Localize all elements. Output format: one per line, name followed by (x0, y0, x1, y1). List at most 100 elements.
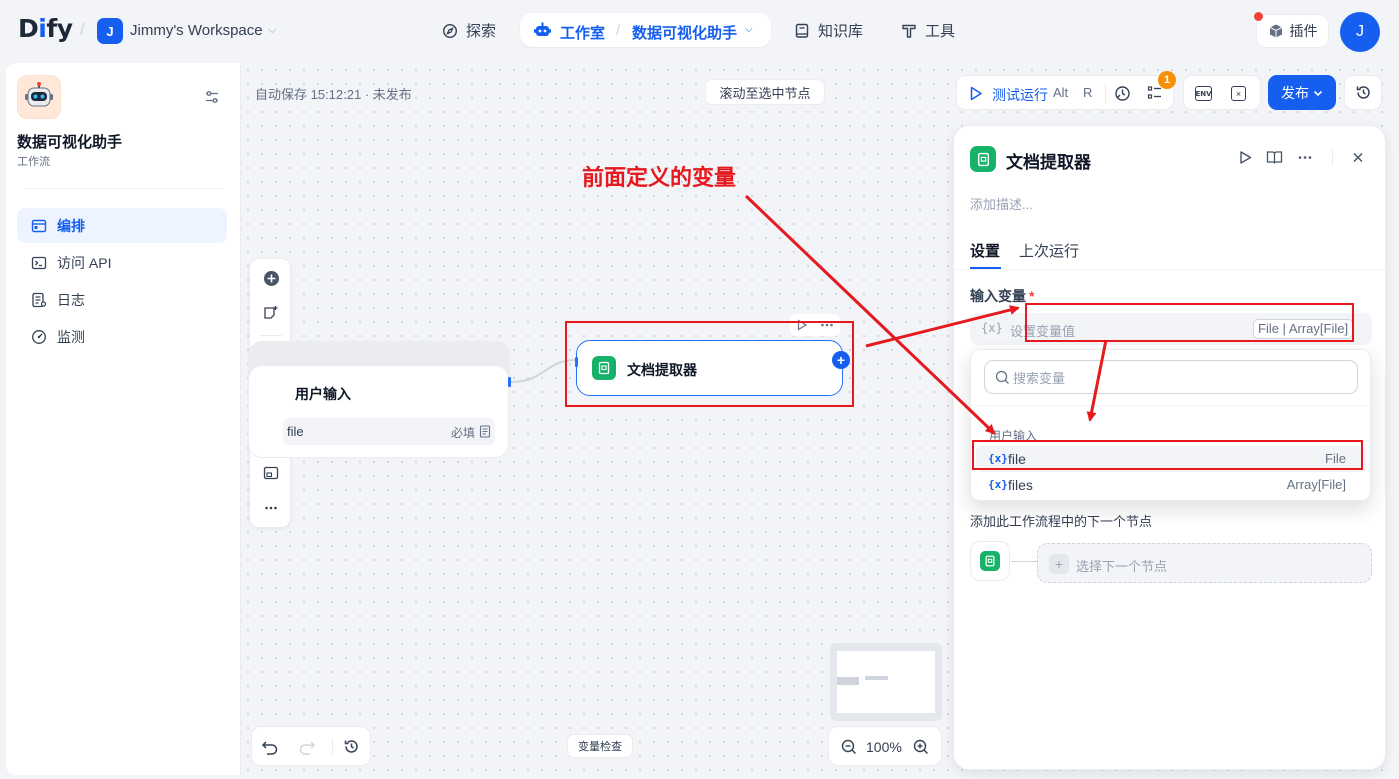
book-icon (795, 23, 809, 38)
start-node[interactable]: 用户输入 file 必填 (248, 365, 509, 458)
nav-knowledge[interactable]: 知识库 (795, 20, 863, 41)
divider (332, 738, 333, 756)
autosave-status: 自动保存 15:12:21 · 未发布 (255, 87, 412, 102)
cube-icon (1269, 24, 1282, 38)
nav-explore-label: 探索 (466, 23, 497, 40)
app-type: 工作流 (17, 156, 50, 168)
checklist-icon[interactable] (1147, 85, 1163, 101)
panel-title[interactable]: 文档提取器 (1006, 148, 1091, 173)
nav-tools[interactable]: 工具 (901, 20, 955, 41)
publish-button[interactable]: 发布 (1268, 75, 1336, 110)
variable-name: file (287, 424, 304, 439)
redo-icon[interactable] (298, 738, 316, 756)
conversation-variables-icon[interactable]: × (1231, 86, 1246, 101)
add-node-icon[interactable] (259, 266, 283, 290)
top-bar: Dify / J Jimmy's Workspace ⌵ 探索 工作室 / 数据… (0, 0, 1399, 62)
shortcut-key: Alt (1053, 85, 1069, 100)
notification-dot (1254, 12, 1263, 21)
scroll-to-selected-button[interactable]: 滚动至选中节点 (705, 79, 825, 105)
zoom-out-icon[interactable] (841, 739, 857, 755)
minimap-toggle-icon[interactable] (259, 461, 283, 485)
chevron-down-icon[interactable]: ⌵ (268, 24, 276, 37)
app-name: 数据可视化助手 (17, 134, 123, 151)
chevron-down-icon[interactable]: ⌵ (745, 24, 753, 35)
divider (954, 269, 1387, 270)
run-history-icon[interactable] (1114, 85, 1131, 102)
close-icon[interactable] (1351, 150, 1365, 165)
add-note-icon[interactable] (259, 301, 283, 325)
variable-icon: {x} (988, 478, 1008, 491)
log-icon (31, 292, 47, 308)
undo-icon[interactable] (261, 738, 279, 756)
shortcut-key: R (1083, 85, 1093, 100)
env-variables-button[interactable]: ENV (1195, 86, 1212, 101)
doc-extractor-icon (970, 146, 996, 172)
variable-option-type: Array[File] (1286, 477, 1346, 492)
nav-studio-label: 工作室 (560, 25, 606, 42)
terminal-icon (31, 255, 47, 271)
checklist-badge: 1 (1158, 71, 1176, 89)
plugins-button[interactable]: 插件 (1256, 14, 1329, 48)
variable-option-name: files (1008, 477, 1033, 493)
zoom-in-icon[interactable] (913, 739, 929, 755)
search-icon (995, 370, 1009, 384)
variable-search-input[interactable] (1013, 368, 1333, 388)
more-icon[interactable] (259, 496, 283, 520)
required-star: * (1029, 288, 1035, 304)
current-node-icon (970, 541, 1010, 581)
divider (1332, 150, 1333, 166)
variable-search-box (984, 360, 1358, 394)
tab-last-run[interactable]: 上次运行 (1019, 240, 1079, 261)
chevron-down-icon (1313, 90, 1323, 96)
more-icon[interactable] (1297, 150, 1313, 165)
workspace-name[interactable]: Jimmy's Workspace (130, 22, 263, 39)
app-icon[interactable] (17, 75, 61, 119)
variable-icon: {x} (981, 321, 1003, 335)
sidebar-item-orchestrate[interactable]: 编排 (17, 208, 227, 243)
annotation-box-file-option (972, 440, 1363, 470)
nav-explore[interactable]: 探索 (442, 20, 496, 41)
minimap-node (837, 677, 859, 685)
annotation-box-type (1025, 303, 1354, 342)
variable-dropdown: 用户输入 {x} file File {x} files Array[File] (970, 349, 1372, 501)
user-avatar[interactable]: J (1340, 12, 1380, 52)
version-history-button[interactable] (1344, 75, 1382, 110)
dify-logo[interactable]: Dify (18, 14, 73, 43)
select-next-node-label: 选择下一个节点 (1076, 559, 1168, 574)
start-node-output-handle[interactable] (508, 377, 511, 387)
divider (971, 405, 1372, 406)
doc-extractor-icon (980, 551, 1000, 571)
plugins-label: 插件 (1289, 23, 1318, 39)
breadcrumb-separator: / (80, 20, 85, 39)
sidebar-item-logs[interactable]: 日志 (17, 282, 227, 317)
sidebar-item-monitor[interactable]: 监测 (17, 319, 227, 354)
sidebar-item-label: 监测 (57, 328, 85, 345)
nav-app-label[interactable]: 数据可视化助手 (632, 22, 737, 43)
nav-studio[interactable]: 工作室 / 数据可视化助手 ⌵ (520, 13, 771, 47)
tab-settings[interactable]: 设置 (970, 240, 1000, 261)
run-node-icon[interactable] (1238, 150, 1253, 165)
minimap[interactable] (830, 643, 942, 721)
sidebar-item-label: 日志 (57, 291, 85, 308)
app-settings-icon[interactable] (204, 89, 220, 105)
zoom-controls: 100% (828, 726, 942, 766)
test-run-label: 测试运行 (992, 87, 1048, 103)
select-next-node-button[interactable]: + 选择下一个节点 (1037, 543, 1372, 583)
required-label: 必填 (451, 426, 476, 440)
connector-line (1011, 561, 1037, 562)
test-run-button[interactable]: 测试运行 Alt R (956, 75, 1174, 110)
robot-icon (534, 22, 551, 36)
nav-tools-label: 工具 (925, 23, 956, 40)
publish-label: 发布 (1281, 84, 1309, 101)
annotation-box-node (565, 321, 854, 407)
help-book-icon[interactable] (1266, 150, 1283, 165)
history-icon[interactable] (343, 738, 360, 755)
sidebar-item-api[interactable]: 访问 API (17, 245, 227, 280)
zoom-level[interactable]: 100% (866, 739, 902, 755)
workspace-avatar[interactable]: J (97, 18, 123, 44)
variable-option-files[interactable]: {x} files Array[File] (976, 472, 1366, 498)
start-node-variable: file 必填 (283, 418, 495, 445)
description-input[interactable]: 添加描述... (970, 194, 1033, 213)
nav-separator: / (616, 22, 621, 39)
variable-inspect-button[interactable]: 变量检查 (567, 734, 633, 758)
